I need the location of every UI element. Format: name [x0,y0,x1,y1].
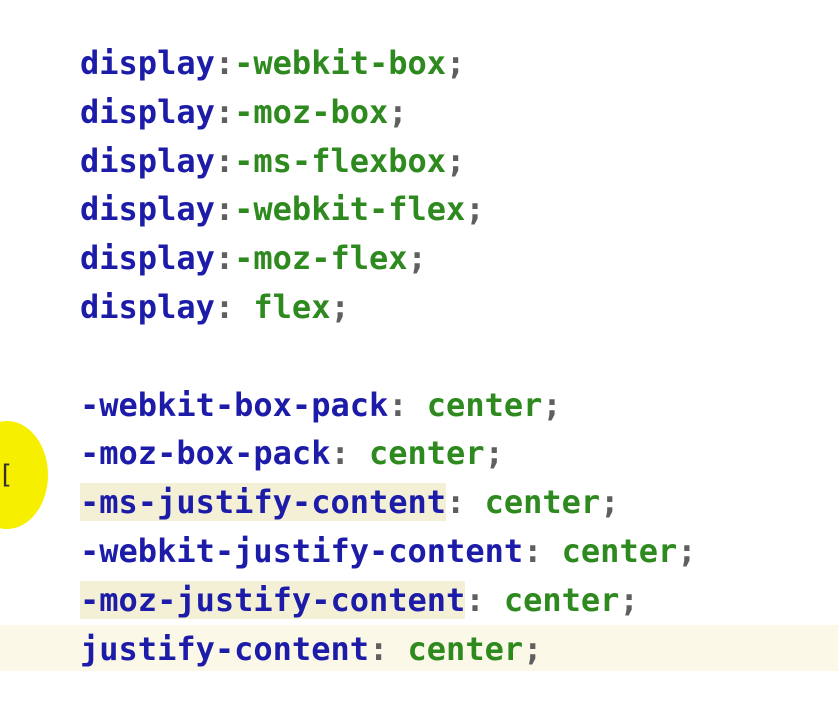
css-property: display [80,287,215,326]
text-cursor-icon: [ [0,460,14,490]
css-value: center [407,629,524,668]
css-value: -ms-flexbox [234,141,447,180]
css-property: display [80,190,215,229]
css-property: display [80,239,215,278]
css-value: center [484,483,601,522]
code-line[interactable]: -moz-box-pack: center; [80,429,697,478]
css-property: -webkit-justify-content [80,531,524,570]
css-property: -moz-box-pack [80,434,331,473]
css-value: -moz-box [234,92,389,131]
css-value: flex [253,287,331,326]
code-line[interactable]: -webkit-justify-content: center; [80,527,697,576]
code-line[interactable]: -ms-justify-content: center; [80,478,697,527]
code-line[interactable]: -webkit-box-pack: center; [80,381,697,430]
css-property: justify-content [80,629,369,668]
code-line[interactable]: display: flex; [80,283,697,332]
css-value: center [426,385,543,424]
code-line[interactable]: display:-webkit-flex; [80,185,697,234]
code-line[interactable]: -moz-justify-content: center; [80,576,697,625]
css-value: -webkit-box [234,44,447,82]
css-property: display [80,141,215,180]
css-property: -webkit-box-pack [80,385,389,424]
code-block[interactable]: display:-webkit-box; display:-moz-box; d… [80,39,697,673]
css-property: display [80,92,215,131]
code-line[interactable]: display:-webkit-box; [80,39,697,88]
code-line[interactable]: display:-ms-flexbox; [80,137,697,186]
code-editor[interactable]: [ display:-webkit-box; display:-moz-box;… [0,0,838,708]
css-property: display [80,44,215,82]
css-value: center [561,531,678,570]
css-value: center [503,580,620,619]
css-value: -webkit-flex [234,190,466,229]
code-line[interactable]: display:-moz-flex; [80,234,697,283]
css-property-highlighted: -ms-justify-content [80,483,447,522]
css-value: -moz-flex [234,239,408,278]
css-property-highlighted: -moz-justify-content [80,580,466,619]
code-line[interactable]: display:-moz-box; [80,88,697,137]
code-line-current[interactable]: justify-content: center; [80,625,697,674]
css-value: center [368,434,485,473]
